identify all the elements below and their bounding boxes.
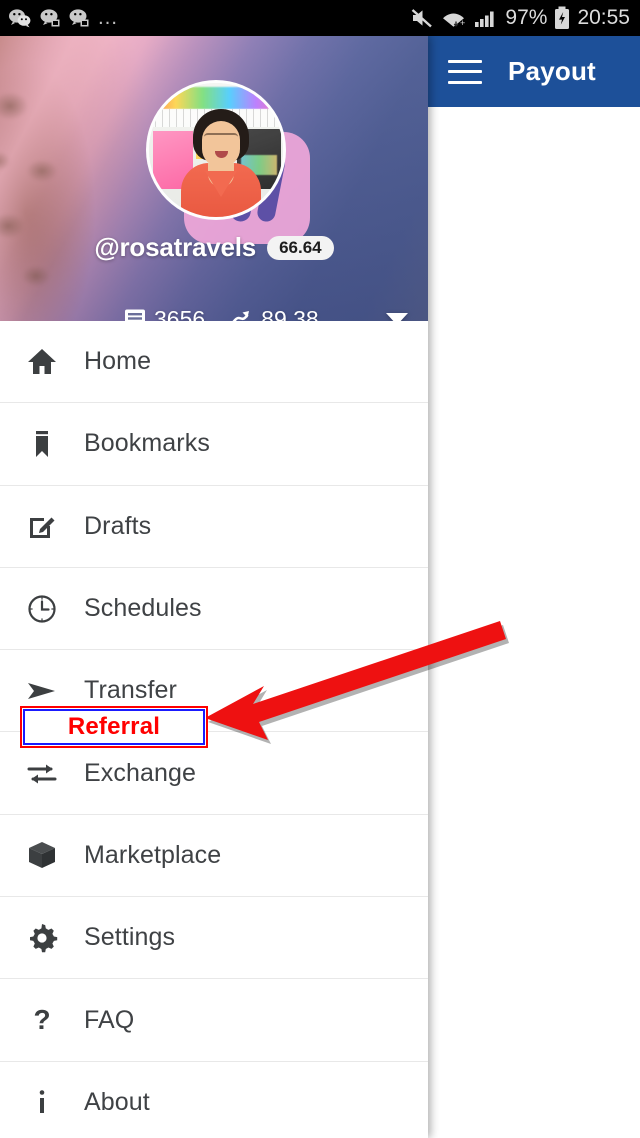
stat-post-count: 3656	[124, 305, 206, 322]
username[interactable]: @rosatravels	[94, 232, 256, 263]
drawer-profile-header[interactable]: @rosatravels 66.64 3656 89.38	[0, 36, 428, 321]
overflow-dots: …	[97, 6, 120, 29]
menu-item-drafts[interactable]: Drafts	[0, 485, 428, 568]
stat-trending-value: 89.38	[227, 305, 319, 322]
menu-item-home[interactable]: Home	[0, 321, 428, 404]
chevron-down-icon[interactable]	[386, 313, 408, 321]
hamburger-menu-icon[interactable]	[448, 59, 482, 84]
page-title: Payout	[508, 56, 596, 86]
status-bar: … + 97% 20:55	[0, 0, 640, 36]
menu-item-transfer[interactable]: Transfer	[0, 650, 428, 733]
wifi-icon: +	[443, 13, 466, 28]
wechat-message-icon	[40, 9, 60, 27]
menu-item-label: Home	[84, 347, 152, 376]
clock-icon	[0, 593, 84, 625]
profile-stats-row: 3656 89.38	[0, 298, 428, 321]
menu-item-label: Bookmarks	[84, 429, 210, 458]
post-count-value: 3656	[154, 305, 206, 322]
app-body	[428, 107, 640, 1138]
wechat-message-icon	[69, 9, 89, 27]
signal-bars-icon	[475, 11, 495, 27]
exchange-icon	[0, 757, 84, 789]
clock: 20:55	[577, 6, 630, 29]
reputation-badge: 66.64	[267, 235, 334, 260]
menu-item-bookmarks[interactable]: Bookmarks	[0, 403, 428, 486]
bookmark-icon	[0, 428, 84, 460]
app-content-behind-drawer: Payout	[428, 36, 640, 1138]
status-bar-notifications: …	[0, 6, 120, 29]
box-icon	[0, 839, 84, 871]
question-icon: ?	[0, 1004, 84, 1036]
menu-item-label: Settings	[84, 923, 176, 952]
menu-item-faq[interactable]: ? FAQ	[0, 979, 428, 1062]
edit-square-icon	[0, 510, 84, 542]
app-bar: Payout	[428, 36, 640, 107]
menu-item-label: Marketplace	[84, 840, 222, 869]
menu-item-exchange[interactable]: Exchange	[0, 732, 428, 815]
menu-item-label: Schedules	[84, 594, 202, 623]
menu-item-marketplace[interactable]: Marketplace	[0, 814, 428, 898]
trending-up-icon	[232, 311, 250, 321]
trending-value: 89.38	[261, 305, 319, 322]
svg-text:?: ?	[33, 1004, 50, 1035]
menu-item-about[interactable]: About	[0, 1061, 428, 1138]
home-icon	[0, 346, 84, 378]
menu-item-label: FAQ	[84, 1005, 135, 1034]
menu-item-schedules[interactable]: Schedules	[0, 567, 428, 651]
svg-text:+: +	[460, 18, 465, 28]
navigation-drawer: @rosatravels 66.64 3656 89.38 Home Bookm…	[0, 36, 428, 1138]
post-count-icon	[125, 309, 145, 321]
menu-item-label: Transfer	[84, 676, 177, 705]
menu-item-label: About	[84, 1087, 150, 1116]
send-icon	[0, 675, 84, 707]
cover-photo-foliage	[0, 76, 110, 321]
avatar-image	[149, 83, 283, 217]
avatar[interactable]	[146, 80, 286, 220]
username-row: @rosatravels 66.64	[0, 232, 428, 263]
phone-screen: … + 97% 20:55 Payout @rosatravels 66.64 …	[0, 0, 640, 1138]
menu-item-label: Drafts	[84, 511, 152, 540]
battery-charging-icon	[555, 6, 570, 29]
status-bar-system: + 97% 20:55	[410, 6, 640, 30]
battery-percent: 97%	[505, 6, 548, 29]
menu-item-settings[interactable]: Settings	[0, 897, 428, 980]
menu-item-label: Exchange	[84, 758, 196, 787]
gear-icon	[0, 922, 84, 954]
mute-icon	[412, 9, 433, 28]
wechat-icon	[9, 9, 31, 28]
drawer-menu-list: Home Bookmarks Drafts Schedules Transfer…	[0, 321, 428, 1138]
info-icon	[0, 1086, 84, 1118]
